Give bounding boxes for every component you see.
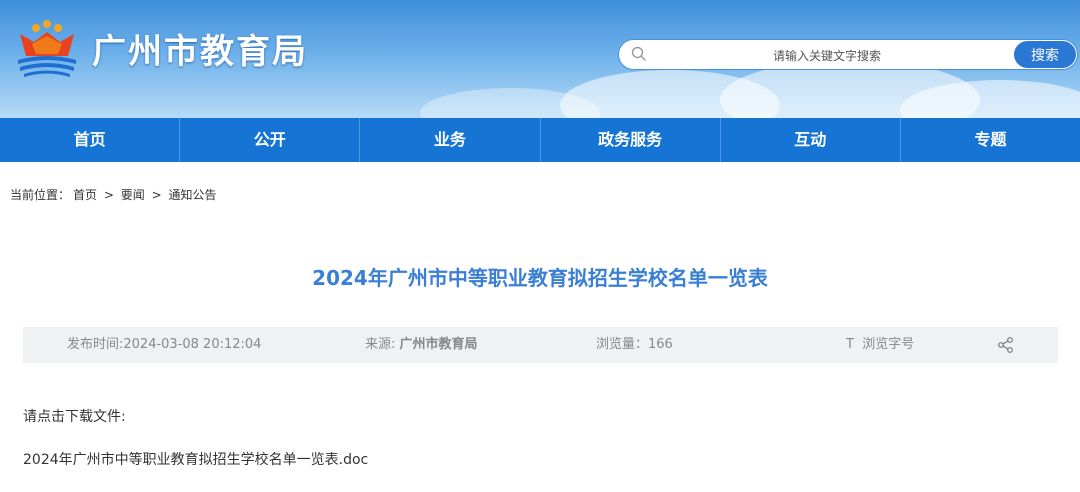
nav-item-topics[interactable]: 专题: [901, 118, 1080, 162]
source-value: 广州市教育局: [399, 337, 478, 352]
breadcrumb-item-home[interactable]: 首页: [73, 188, 97, 202]
breadcrumb-item-news[interactable]: 要闻: [121, 188, 145, 202]
emblem-logo[interactable]: [14, 18, 80, 78]
nav-item-interaction[interactable]: 互动: [721, 118, 901, 162]
site-header: 广州市教育局 搜索: [0, 0, 1080, 118]
search-button[interactable]: 搜索: [1014, 41, 1076, 68]
main-nav: 首页 公开 业务 政务服务 互动 专题: [0, 118, 1080, 162]
breadcrumb-separator: >: [103, 188, 114, 202]
search-box: 搜索: [618, 39, 1078, 70]
share-icon[interactable]: [997, 336, 1015, 354]
attachment-link[interactable]: 2024年广州市中等职业教育拟招生学校名单一览表.doc: [23, 449, 368, 469]
source-label: 来源:: [365, 337, 400, 352]
search-input[interactable]: [655, 43, 999, 68]
breadcrumb-prefix: 当前位置：: [10, 188, 71, 202]
article-source: 来源: 广州市教育局: [365, 327, 478, 363]
download-prompt: 请点击下载文件:: [23, 409, 126, 425]
article-meta-bar: 发布时间:2024-03-08 20:12:04 来源: 广州市教育局 浏览量：…: [23, 327, 1058, 363]
nav-item-public[interactable]: 公开: [180, 118, 361, 162]
nav-item-business[interactable]: 业务: [360, 118, 541, 162]
breadcrumb-item-notices[interactable]: 通知公告: [168, 188, 216, 202]
search-icon: [631, 46, 646, 61]
article-title: 2024年广州市中等职业教育拟招生学校名单一览表: [312, 266, 768, 290]
breadcrumb-separator: >: [151, 188, 162, 202]
view-count: 浏览量：166: [596, 337, 673, 352]
publish-time: 发布时间:2024-03-08 20:12:04: [67, 337, 262, 352]
nav-item-home[interactable]: 首页: [0, 118, 181, 162]
breadcrumb: 当前位置： 首页 > 要闻 > 通知公告: [10, 186, 220, 203]
nav-item-gov-service[interactable]: 政务服务: [541, 118, 721, 162]
site-title[interactable]: 广州市教育局: [92, 24, 308, 73]
font-size-toggle[interactable]: T 浏览字号: [846, 327, 914, 363]
